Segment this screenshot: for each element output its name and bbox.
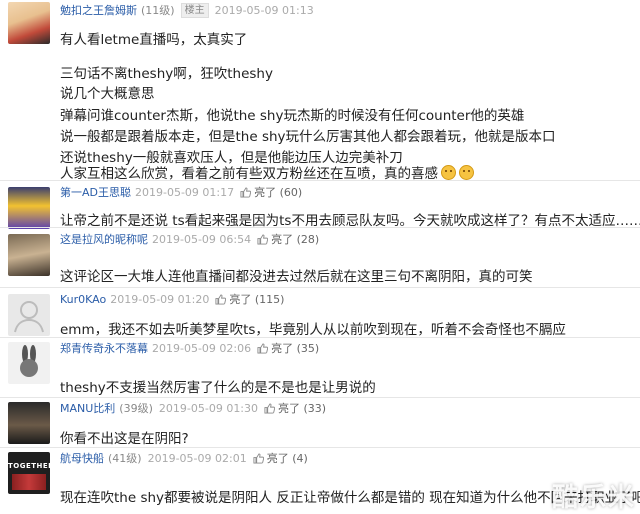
like-button[interactable]: 亮了 (28) [257,231,319,247]
avatar[interactable] [8,342,50,384]
post-meta: 勉扣之王詹姆斯 (11级) 楼主 2019-05-09 01:13 [60,2,320,18]
like-label: 亮了 [229,293,252,306]
comment-time: 2019-05-09 01:17 [135,185,235,199]
like-count: (33) [303,401,327,415]
like-button[interactable]: 亮了 (35) [257,340,319,356]
divider [0,287,640,288]
default-avatar-icon [14,301,44,333]
comment-meta: MANU比利 (39级) 2019-05-09 01:30 亮了 (33) [60,400,326,416]
like-button[interactable]: 亮了 (4) [253,450,308,466]
like-label: 亮了 [266,452,289,465]
user-level: (41级) [108,452,142,465]
username[interactable]: 第一AD王思聪 [60,184,131,200]
watermark: 酷乐米 [551,483,636,513]
like-button[interactable]: 亮了 (115) [215,291,284,307]
like-count: (28) [296,232,320,246]
like-count: (115) [254,292,285,306]
comment-meta: 第一AD王思聪 2019-05-09 01:17 亮了 (60) [60,184,302,200]
post-line: 三句话不离theshy啊，狂吹theshy [60,66,273,82]
username[interactable]: Kur0KAo [60,293,106,306]
thumbs-up-icon [253,453,264,464]
username[interactable]: 郑青传奇永不落幕 [60,340,148,356]
comment-time: 2019-05-09 06:54 [152,232,252,246]
divider [0,447,640,448]
post-line: 有人看letme直播吗，太真实了 [60,32,248,48]
avatar[interactable] [8,2,50,44]
avatar[interactable]: TOGETHER [8,452,50,494]
comment-meta: 这是拉风的昵称呢 2019-05-09 06:54 亮了 (28) [60,231,319,247]
thumbs-up-icon [257,343,268,354]
avatar[interactable] [8,187,50,229]
laughing-emoji-icon [441,165,456,180]
user-level: (39级) [119,402,153,415]
like-label: 亮了 [271,233,294,246]
comment-text: 这评论区一大堆人连他直播间都没进去过然后就在这里三句不离阴阳，真的可笑 [60,269,533,285]
post-line: 弹幕问谁counter杰斯，他说the shy玩杰斯的时候没有任何counter… [60,108,525,124]
floor-badge: 楼主 [180,2,209,18]
username[interactable]: MANU比利 [60,400,115,416]
comment-text: theshy不支援当然厉害了什么的是不是也是让男说的 [60,380,376,396]
like-label: 亮了 [278,402,301,415]
thumbs-up-icon [257,234,268,245]
post-line: 说一般都是跟着版本走，但是the shy玩什么厉害其他人都会跟着玩，他就是版本口 [60,129,556,145]
avatar[interactable] [8,402,50,444]
comment-time: 2019-05-09 01:20 [110,292,210,306]
divider [0,397,640,398]
divider [0,180,640,181]
like-count: (60) [279,185,303,199]
comment-text: 让帝之前不是还说 ts看起来强是因为ts不用去顾忌队友吗。今天就吹成这样了？有点… [60,213,640,229]
like-count: (35) [296,341,320,355]
laughing-emoji-icon [459,165,474,180]
rabbit-avatar-icon [20,345,38,377]
thumbs-up-icon [264,403,275,414]
user-level: (11级) [141,4,175,17]
avatar[interactable] [8,234,50,276]
like-button[interactable]: 亮了 (60) [240,184,302,200]
like-label: 亮了 [271,342,294,355]
avatar-photo [12,474,46,490]
post-time: 2019-05-09 01:13 [214,3,314,17]
avatar-banner: TOGETHER [8,462,50,470]
username[interactable]: 航母快船 [60,450,104,466]
like-count: (4) [292,451,308,465]
post-line: 说几个大概意思 [60,86,155,102]
avatar[interactable] [8,294,50,336]
comment-text: 你看不出这是在阴阳? [60,431,189,447]
comment-time: 2019-05-09 02:06 [152,341,252,355]
divider [0,337,640,338]
comment-meta: 航母快船 (41级) 2019-05-09 02:01 亮了 (4) [60,450,308,466]
comment-meta: 郑青传奇永不落幕 2019-05-09 02:06 亮了 (35) [60,340,319,356]
divider [0,227,640,228]
comment-meta: Kur0KAo 2019-05-09 01:20 亮了 (115) [60,291,284,307]
comment-time: 2019-05-09 01:30 [158,401,259,415]
post-line-last: 人家互相这么欣赏，看着之前有些双方粉丝还在互喷，真的喜感 [60,164,474,184]
like-button[interactable]: 亮了 (33) [264,400,326,416]
thumbs-up-icon [215,294,226,305]
username[interactable]: 这是拉风的昵称呢 [60,231,148,247]
like-label: 亮了 [254,186,277,199]
thumbs-up-icon [240,187,251,198]
comment-time: 2019-05-09 02:01 [147,451,247,465]
username[interactable]: 勉扣之王詹姆斯 [60,2,137,18]
